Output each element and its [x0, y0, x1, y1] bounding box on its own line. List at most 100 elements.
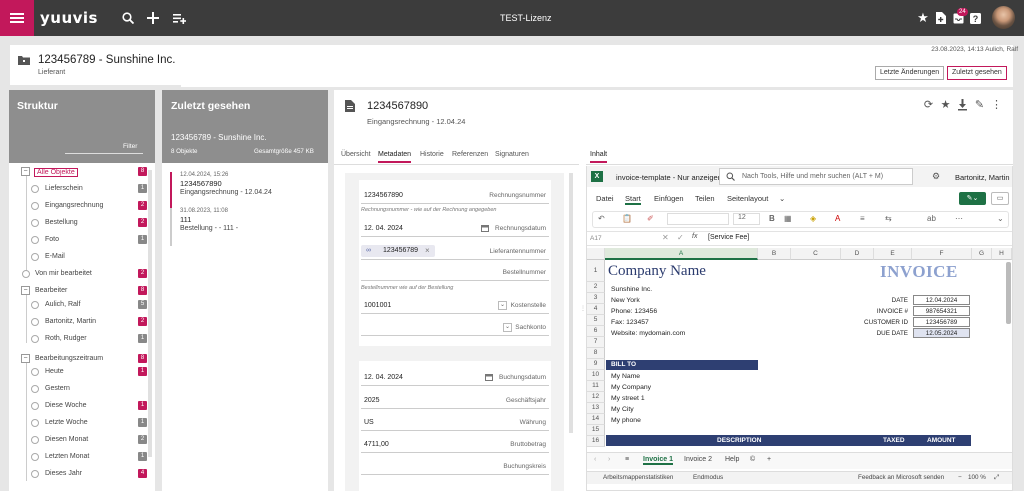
tree-item-eingangsrechnung[interactable]: Eingangsrechnung 2: [9, 198, 155, 215]
row-header[interactable]: 12: [587, 392, 605, 403]
next-sheet-icon[interactable]: ›: [608, 456, 610, 463]
format-icon[interactable]: ab: [927, 214, 936, 223]
recent-item[interactable]: 31.08.2023, 11:08 111 Bestellung - - 111…: [170, 208, 325, 246]
column-header[interactable]: D: [841, 248, 874, 260]
chevron-down-icon[interactable]: ⌄: [498, 301, 507, 310]
collapse-icon[interactable]: −: [21, 167, 30, 176]
row-header[interactable]: 3: [587, 293, 605, 304]
lieferantennummer-field[interactable]: Lieferantennummer: [361, 242, 549, 260]
playlist-add-icon[interactable]: [171, 10, 187, 26]
tree-item-dieses-jahr[interactable]: Dieses Jahr 4: [9, 466, 155, 483]
tree-item-gestern[interactable]: Gestern: [9, 381, 155, 398]
recent-item[interactable]: 12.04.2024, 15:26 1234567890 Eingangsrec…: [170, 172, 325, 210]
kostenstelle-field[interactable]: 1001001 ⌄ Kostenstelle: [361, 296, 549, 314]
tree-item-all-objects[interactable]: − Alle Objekte 8: [9, 164, 155, 181]
tree-item-bartonitz-martin[interactable]: Bartonitz, Martin 2: [9, 314, 155, 331]
excel-scrollbar[interactable]: [1006, 262, 1011, 324]
edit-icon[interactable]: ✎: [973, 99, 986, 112]
description-header[interactable]: DESCRIPTION: [717, 437, 761, 444]
row-header[interactable]: 6: [587, 326, 605, 337]
sheet-cell[interactable]: My City: [611, 406, 634, 413]
collapse-icon[interactable]: −: [21, 354, 30, 363]
font-color-icon[interactable]: A: [835, 214, 840, 223]
row-header[interactable]: 10: [587, 370, 605, 381]
add-icon[interactable]: [145, 10, 161, 26]
taxed-header[interactable]: TAXED: [883, 437, 905, 444]
document-add-icon[interactable]: [933, 10, 949, 26]
formula-value[interactable]: [Service Fee]: [708, 234, 749, 241]
recent-changes-button[interactable]: Letzte Änderungen: [875, 66, 945, 80]
row-header[interactable]: 2: [587, 282, 605, 293]
tree-item-lieferschein[interactable]: Lieferschein 1: [9, 181, 155, 198]
sheet-value[interactable]: 123456789: [913, 317, 970, 327]
circle-icon[interactable]: ©: [750, 456, 755, 463]
search-icon[interactable]: [120, 10, 136, 26]
clipboard-icon[interactable]: 📋: [622, 214, 632, 223]
tree-item-bestellung[interactable]: Bestellung 2: [9, 215, 155, 232]
sheet-cell[interactable]: Sunshine Inc.: [611, 286, 652, 293]
tree-item-letzte-woche[interactable]: Letzte Woche 1: [9, 415, 155, 432]
sheet-invoice-title[interactable]: INVOICE: [880, 262, 958, 282]
sheet-value[interactable]: 12.04.2024: [913, 295, 970, 305]
sheet-cell[interactable]: Website: mydomain.com: [611, 330, 685, 337]
bruttobetrag-field[interactable]: 4711,00 Bruttobetrag: [361, 435, 549, 453]
column-header[interactable]: F: [912, 248, 972, 260]
row-header[interactable]: 8: [587, 348, 605, 359]
format-painter-icon[interactable]: ✐: [647, 214, 654, 223]
row-header[interactable]: 9: [587, 359, 605, 370]
zoom-out-icon[interactable]: −: [958, 474, 962, 481]
excel-menu-datei[interactable]: Datei: [596, 194, 614, 203]
tree-item-diesen-monat[interactable]: Diesen Monat 2: [9, 432, 155, 449]
zoom-level[interactable]: 100 %: [968, 474, 986, 481]
chevron-down-icon[interactable]: ⌄: [779, 194, 785, 203]
amount-header[interactable]: AMOUNT: [927, 437, 956, 444]
sheet-value[interactable]: 12.05.2024: [913, 328, 970, 338]
align-icon[interactable]: ≡: [860, 214, 865, 223]
tab-signaturen[interactable]: Signaturen: [495, 151, 529, 161]
help-icon[interactable]: ?: [967, 10, 983, 26]
borders-icon[interactable]: ▦: [784, 214, 792, 223]
tab-referenzen[interactable]: Referenzen: [452, 151, 488, 161]
undo-icon[interactable]: ↶: [598, 214, 605, 223]
sheet-cell[interactable]: Fax: 123457: [611, 319, 649, 326]
excel-edit-button[interactable]: ✎⌄: [959, 192, 986, 205]
excel-menu-teilen[interactable]: Teilen: [695, 194, 715, 203]
more-icon[interactable]: ⋯: [955, 214, 963, 223]
metadata-scrollbar[interactable]: [569, 173, 573, 433]
excel-menu-seitenlayout[interactable]: Seitenlayout: [727, 194, 768, 203]
tab-uebersicht[interactable]: Übersicht: [341, 151, 371, 161]
prev-sheet-icon[interactable]: ‹: [594, 456, 596, 463]
sachkonto-field[interactable]: ⌄ Sachkonto: [361, 318, 549, 336]
buchungsdatum-field[interactable]: 12. 04. 2024 Buchungsdatum: [361, 368, 549, 386]
fill-color-icon[interactable]: ◈: [810, 214, 816, 223]
row-header[interactable]: 13: [587, 403, 605, 414]
rechnungsnummer-field[interactable]: 1234567890 Rechnungsnummer: [361, 186, 549, 204]
collapse-icon[interactable]: −: [21, 286, 30, 295]
sheet-value[interactable]: 987654321: [913, 306, 970, 316]
row-header[interactable]: 7: [587, 337, 605, 348]
sheet-label[interactable]: DUE DATE: [830, 330, 908, 337]
more-vert-icon[interactable]: ⋮: [990, 99, 1003, 112]
tree-item-email[interactable]: E-Mail: [9, 249, 155, 266]
excel-search-input[interactable]: Nach Tools, Hilfe und mehr suchen (ALT +…: [719, 168, 913, 185]
download-icon[interactable]: [956, 99, 969, 112]
feedback-link[interactable]: Feedback an Microsoft senden: [858, 474, 944, 481]
wrap-text-icon[interactable]: ⇆: [885, 214, 892, 223]
tree-item-letzten-monat[interactable]: Letzten Monat 1: [9, 449, 155, 466]
recently-seen-button[interactable]: Zuletzt gesehen: [947, 66, 1007, 80]
tree-item-roth-rudger[interactable]: Roth, Rudger 1: [9, 331, 155, 348]
column-header[interactable]: B: [758, 248, 791, 260]
column-header[interactable]: E: [874, 248, 912, 260]
structure-scrollbar[interactable]: [148, 170, 152, 457]
row-header[interactable]: 5: [587, 315, 605, 326]
column-header[interactable]: A: [605, 248, 758, 260]
geschaeftsjahr-field[interactable]: 2025 Geschäftsjahr: [361, 391, 549, 409]
chevron-down-icon[interactable]: ⌄: [997, 214, 1004, 223]
bestellnummer-field[interactable]: Bestellnummer: [361, 263, 549, 281]
sheet-company-name[interactable]: Company Name: [608, 263, 706, 280]
sheet-bill-to-header[interactable]: BILL TO: [606, 360, 758, 370]
star-icon[interactable]: ★: [939, 99, 952, 112]
fullscreen-icon[interactable]: ⤢: [994, 474, 999, 482]
chevron-down-icon[interactable]: ⌄: [503, 323, 512, 332]
sheet-cell[interactable]: New York: [611, 297, 640, 304]
